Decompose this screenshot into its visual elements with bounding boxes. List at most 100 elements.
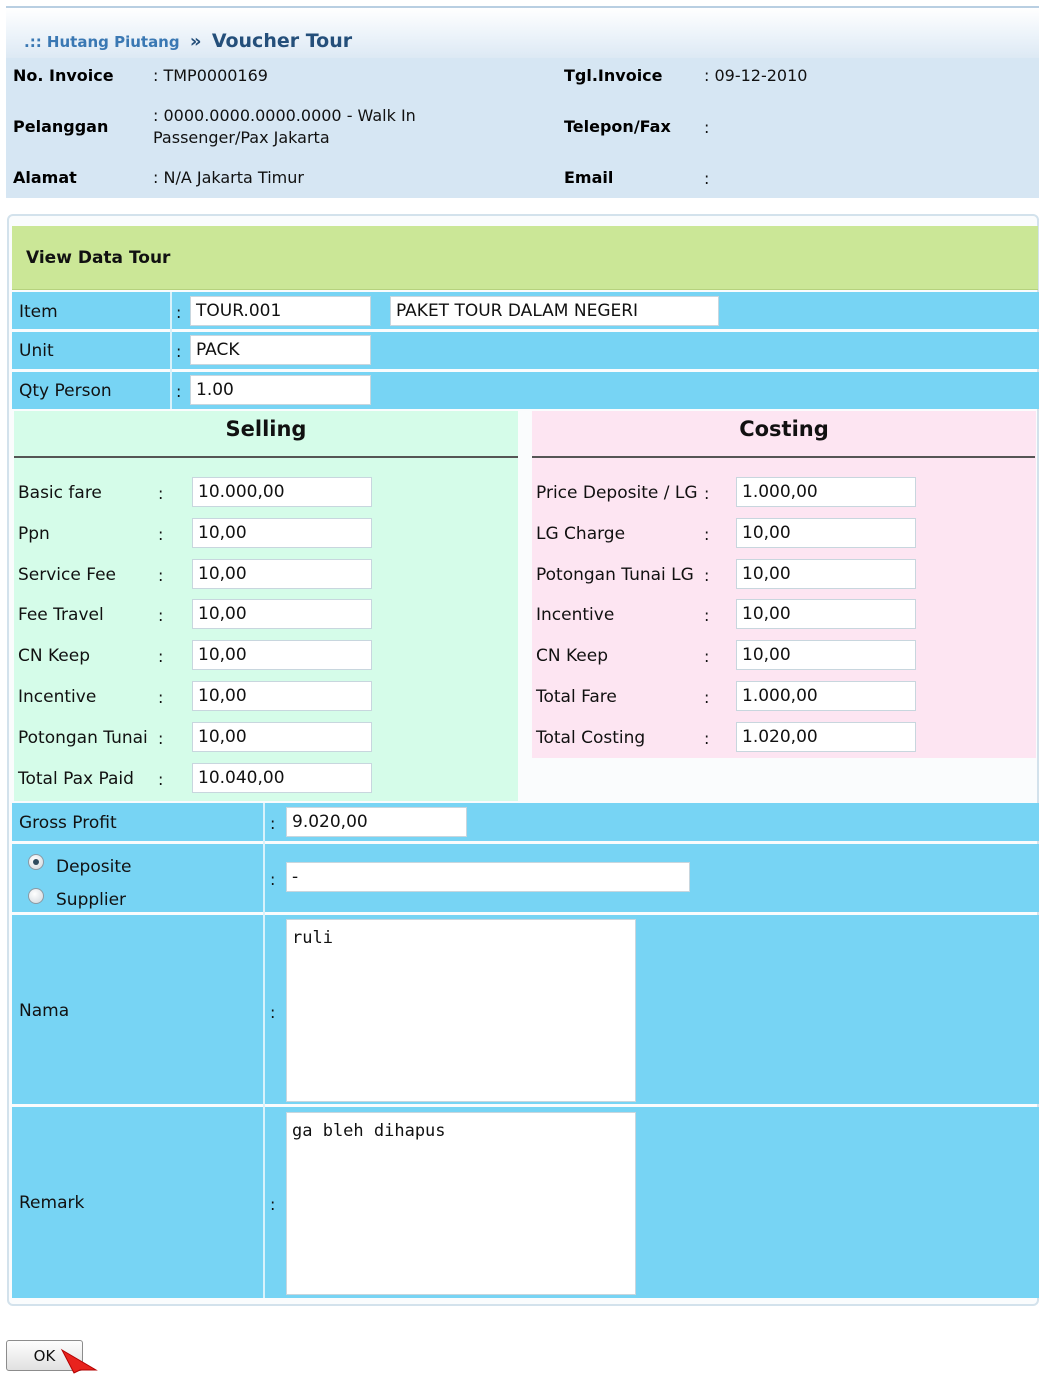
selling-row-field[interactable]: 10.000,00 [192,477,372,507]
remark-colon: : [270,1195,276,1214]
selling-row-colon: : [158,769,164,789]
selling-row-colon: : [158,688,164,707]
breadcrumb-text: .:: Hutang Piutang » Voucher Tour [24,30,352,52]
breadcrumb: .:: Hutang Piutang » Voucher Tour [6,8,1039,58]
mouse-pointer-icon [60,1348,98,1374]
item-colon: : [176,303,182,322]
selling-row-label: Incentive [18,687,97,707]
selling-row-colon: : [158,606,164,626]
selling-row-field[interactable]: 10,00 [192,640,372,671]
gross-profit-field[interactable]: 9.020,00 [286,807,467,837]
costing-row-colon: : [704,688,710,707]
supplier-label: Supplier [56,890,127,910]
lower-column-divider [263,803,265,1298]
costing-row-field[interactable]: 1.000,00 [736,477,916,507]
selling-row-label: CN Keep [18,646,91,667]
costing-row-label: CN Keep [536,646,609,667]
costing-row-colon: : [704,606,710,626]
nama-textarea[interactable]: ruli [286,919,636,1102]
selling-row-label: Potongan Tunai [18,727,148,748]
pelanggan-value-line2: Passenger/Pax Jakarta [153,128,330,147]
selling-row-field[interactable]: 10,00 [192,517,372,548]
selling-row-colon: : [158,524,164,544]
nama-colon: : [270,1003,276,1022]
costing-row-field[interactable]: 1.000,00 [736,681,916,711]
telepon-label: Telepon/Fax [564,117,671,136]
alamat-value: : N/A Jakarta Timur [153,168,304,187]
unit-field[interactable]: PACK [190,335,371,365]
tgl-invoice-value: : 09-12-2010 [704,66,808,85]
gross-profit-label: Gross Profit [19,813,117,833]
selling-row-field[interactable]: 10,00 [192,681,372,711]
unit-row [12,332,1039,369]
qty-colon: : [176,382,182,401]
costing-row-label: Total Costing [536,727,646,748]
item-code-field[interactable]: TOUR.001 [190,296,371,326]
item-label: Item [19,302,58,322]
costing-row-field[interactable]: 10,00 [736,558,916,589]
costing-row-field[interactable]: 10,00 [736,517,916,548]
selling-row-colon: : [158,565,164,585]
costing-row-label: Price Deposite / LG [536,483,698,503]
qty-field[interactable]: 1.00 [190,375,371,405]
alamat-label: Alamat [13,168,77,187]
selling-row-field[interactable]: 10,00 [192,721,372,752]
selling-row-label: Basic fare [18,483,102,503]
costing-row-label: Total Fare [536,687,617,707]
deposite-label: Deposite [56,857,132,877]
breadcrumb-parent-link[interactable]: .:: Hutang Piutang [24,33,180,51]
selling-title-rule [14,456,518,458]
selling-row-label: Total Pax Paid [18,768,134,789]
breadcrumb-current: Voucher Tour [211,30,353,52]
pelanggan-value-line1: : 0000.0000.0000.0000 - Walk In [153,106,416,125]
gross-profit-colon: : [270,814,276,833]
selling-row-field[interactable]: 10,00 [192,599,372,630]
costing-row-colon: : [704,728,710,748]
email-value: : [704,169,710,188]
supplier-radio[interactable] [28,888,44,904]
no-invoice-label: No. Invoice [13,66,114,85]
costing-row-label: LG Charge [536,523,626,544]
costing-row-label: Incentive [536,605,615,626]
breadcrumb-separator: » [189,31,202,52]
email-label: Email [564,168,614,187]
pelanggan-label: Pelanggan [13,117,109,136]
payment-source-field[interactable]: - [286,862,690,892]
qty-label: Qty Person [19,381,112,401]
selling-row-colon: : [158,647,164,667]
deposite-radio[interactable] [28,854,44,870]
costing-row-colon: : [704,484,710,503]
panel-title-bar: View Data Tour [12,226,1038,290]
panel-title: View Data Tour [26,248,171,268]
selling-row-field[interactable]: 10.040,00 [192,762,372,793]
selling-row-field[interactable]: 10,00 [192,558,372,589]
unit-label: Unit [19,341,54,361]
costing-title: Costing [739,417,829,441]
column-divider [170,292,172,409]
costing-row-colon: : [704,524,710,544]
remark-label: Remark [19,1193,85,1213]
item-name-field[interactable]: PAKET TOUR DALAM NEGERI [390,296,719,326]
costing-row-field[interactable]: 10,00 [736,599,916,630]
costing-row-field[interactable]: 10,00 [736,640,916,671]
selling-row-colon: : [158,728,164,748]
payment-source-colon: : [270,870,276,889]
costing-row-colon: : [704,565,710,585]
selling-row-label: Service Fee [18,564,116,585]
no-invoice-value: : TMP0000169 [153,66,268,85]
selling-title: Selling [225,417,307,441]
costing-row-label: Potongan Tunai LG [536,564,694,585]
costing-title-rule [532,456,1035,458]
unit-colon: : [176,342,182,361]
selling-row-label: Fee Travel [18,605,104,626]
telepon-value: : [704,118,710,137]
costing-row-field[interactable]: 1.020,00 [736,721,916,752]
selling-row-colon: : [158,484,164,503]
costing-row-colon: : [704,647,710,667]
invoice-header: No. Invoice : TMP0000169 Tgl.Invoice : 0… [6,58,1039,198]
remark-textarea[interactable]: ga bleh dihapus [286,1112,636,1295]
tgl-invoice-label: Tgl.Invoice [564,66,663,85]
nama-label: Nama [19,1001,70,1021]
selling-row-label: Ppn [18,523,50,544]
qty-row [12,372,1039,409]
